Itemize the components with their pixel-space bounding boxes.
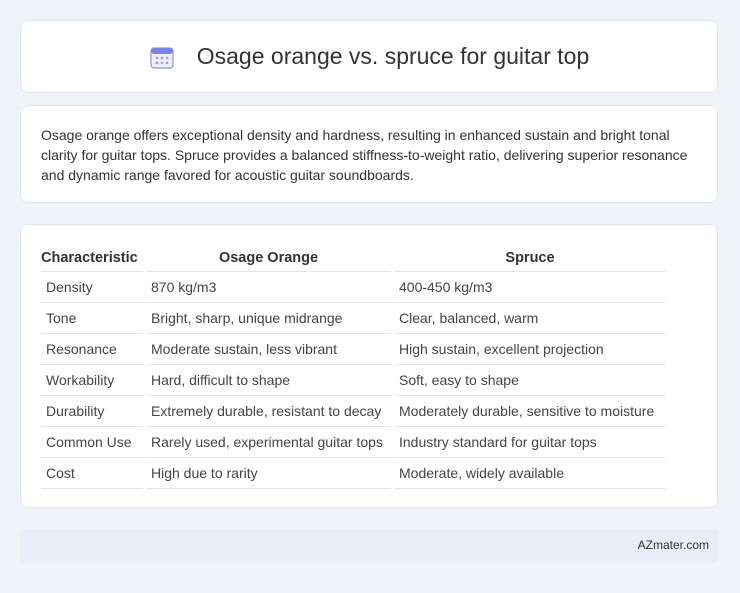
footer-bar: AZmater.com xyxy=(20,529,718,562)
table-row: Density 870 kg/m3 400-450 kg/m3 xyxy=(41,272,666,303)
table-row: Workability Hard, difficult to shape Sof… xyxy=(41,365,666,396)
spruce-value: High sustain, excellent projection xyxy=(394,334,666,365)
row-label: Density xyxy=(41,272,143,303)
title-card: Osage orange vs. spruce for guitar top xyxy=(20,20,718,93)
comparison-table: Characteristic Osage Orange Spruce Densi… xyxy=(38,245,669,489)
spruce-value: Moderately durable, sensitive to moistur… xyxy=(394,396,666,427)
page-title: Osage orange vs. spruce for guitar top xyxy=(196,43,590,69)
spruce-value: Moderate, widely available xyxy=(394,458,666,489)
spruce-value: Industry standard for guitar tops xyxy=(394,427,666,458)
row-label: Workability xyxy=(41,365,143,396)
header-spruce: Spruce xyxy=(394,245,666,272)
table-row: Cost High due to rarity Moderate, widely… xyxy=(41,458,666,489)
title-wrap: Osage orange vs. spruce for guitar top xyxy=(149,43,590,70)
row-label: Resonance xyxy=(41,334,143,365)
table-row: Tone Bright, sharp, unique midrange Clea… xyxy=(41,303,666,334)
comparison-table-card: Characteristic Osage Orange Spruce Densi… xyxy=(20,224,718,508)
spruce-value: 400-450 kg/m3 xyxy=(394,272,666,303)
osage-value: Moderate sustain, less vibrant xyxy=(146,334,391,365)
osage-value: Extremely durable, resistant to decay xyxy=(146,396,391,427)
table-row: Common Use Rarely used, experimental gui… xyxy=(41,427,666,458)
spruce-value: Soft, easy to shape xyxy=(394,365,666,396)
row-label: Common Use xyxy=(41,427,143,458)
row-label: Cost xyxy=(41,458,143,489)
table-header-row: Characteristic Osage Orange Spruce xyxy=(41,245,666,272)
spruce-value: Clear, balanced, warm xyxy=(394,303,666,334)
osage-value: Hard, difficult to shape xyxy=(146,365,391,396)
osage-value: Rarely used, experimental guitar tops xyxy=(146,427,391,458)
osage-value: High due to rarity xyxy=(146,458,391,489)
row-label: Durability xyxy=(41,396,143,427)
footer-brand: AZmater.com xyxy=(637,538,709,552)
table-row: Resonance Moderate sustain, less vibrant… xyxy=(41,334,666,365)
calendar-icon xyxy=(149,44,175,70)
header-characteristic: Characteristic xyxy=(41,245,143,272)
summary-text: Osage orange offers exceptional density … xyxy=(41,127,688,183)
osage-value: 870 kg/m3 xyxy=(146,272,391,303)
header-osage-orange: Osage Orange xyxy=(146,245,391,272)
table-row: Durability Extremely durable, resistant … xyxy=(41,396,666,427)
row-label: Tone xyxy=(41,303,143,334)
summary-card: Osage orange offers exceptional density … xyxy=(20,105,718,203)
osage-value: Bright, sharp, unique midrange xyxy=(146,303,391,334)
